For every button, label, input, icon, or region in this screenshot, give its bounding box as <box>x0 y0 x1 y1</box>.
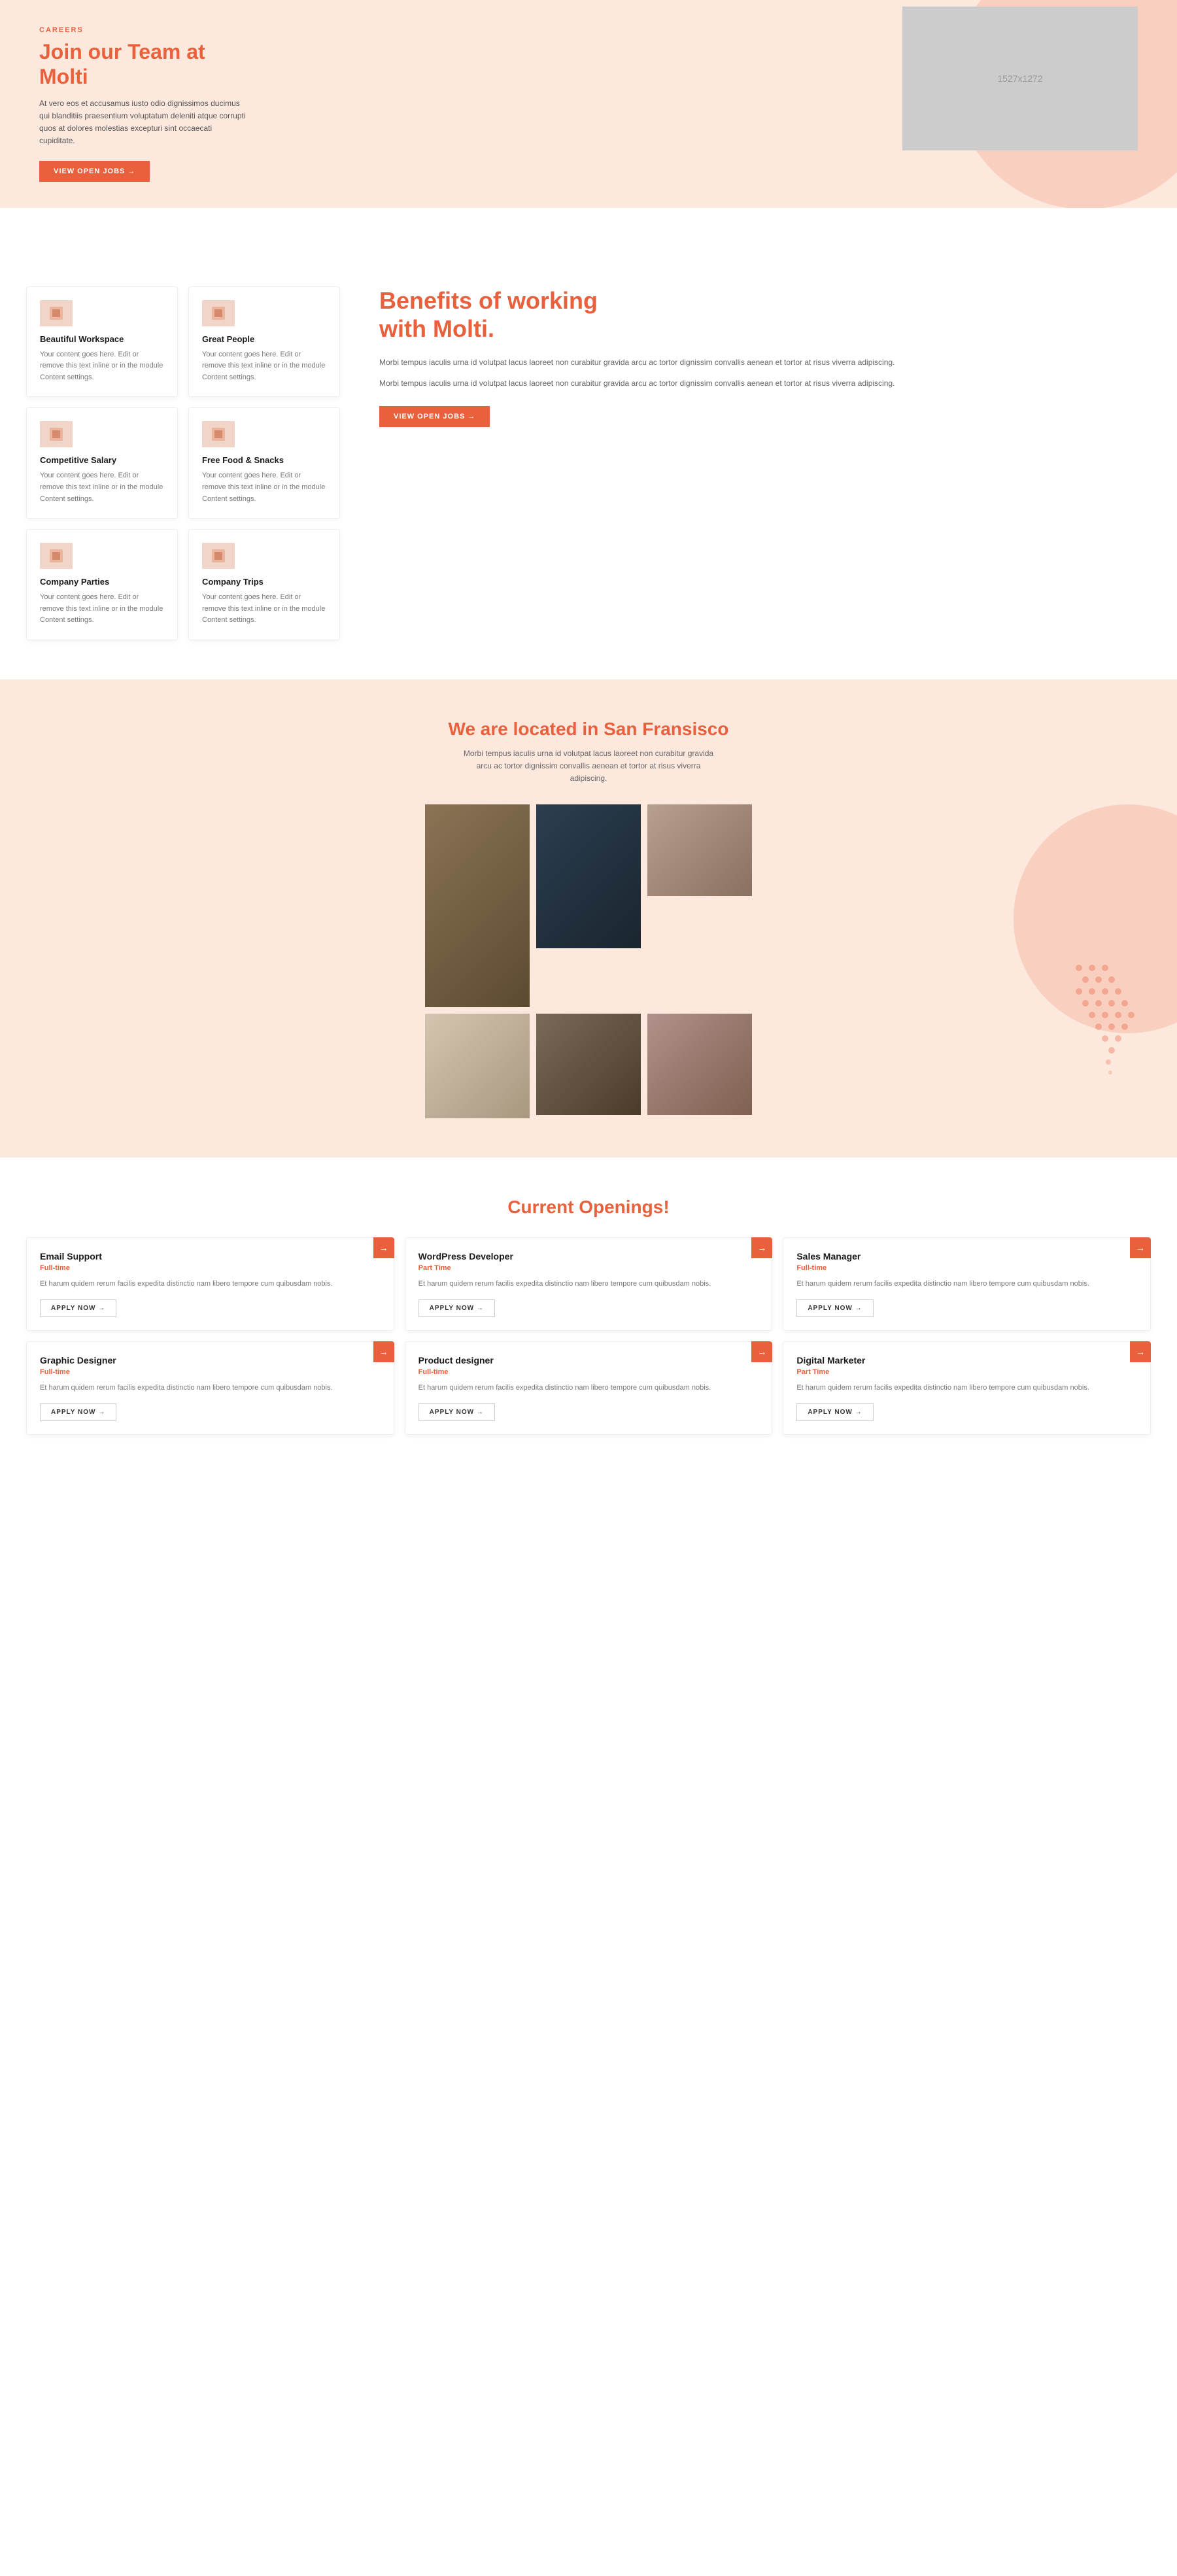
benefits-info: Benefits of workingwith Molti. Morbi tem… <box>366 286 1151 427</box>
hero-image-placeholder: 1527x1272 <box>902 7 1138 150</box>
location-section: We are located in San Fransisco Morbi te… <box>0 679 1177 1158</box>
job-card-arrow-2: → <box>1130 1237 1151 1258</box>
openings-heading-prefix: Current <box>507 1197 579 1217</box>
benefit-card-text-5: Your content goes here. Edit or remove t… <box>202 592 326 627</box>
job-card-arrow-5: → <box>1130 1341 1151 1362</box>
job-description-2: Et harum quidem rerum facilis expedita d… <box>796 1279 1137 1290</box>
benefits-heading: Benefits of workingwith Molti. <box>379 286 1151 343</box>
apply-button-1[interactable]: APPLY NOW → <box>418 1299 495 1317</box>
hero-section: CAREERS Join our Team at Molti At vero e… <box>0 0 1177 208</box>
job-card-arrow-3: → <box>373 1341 394 1362</box>
apply-button-0[interactable]: APPLY NOW → <box>40 1299 116 1317</box>
benefits-grid-wrapper: Beautiful Workspace Your content goes he… <box>26 286 1151 640</box>
job-card-2: → Sales Manager Full-time Et harum quide… <box>783 1237 1151 1331</box>
benefits-section: Beautiful Workspace Your content goes he… <box>0 247 1177 679</box>
gallery-photo-building <box>536 804 641 948</box>
openings-heading-accent: Openings! <box>579 1197 669 1217</box>
job-title-0: Email Support <box>40 1251 381 1262</box>
job-card-arrow-4: → <box>751 1341 772 1362</box>
benefit-card-icon-3 <box>202 421 235 447</box>
gallery-photo-office1 <box>425 804 530 1007</box>
benefit-card-title-3: Free Food & Snacks <box>202 455 326 465</box>
gallery-photo-meeting <box>647 804 752 896</box>
hero-cta-button[interactable]: VIEW OPEN JOBS → <box>39 161 150 182</box>
job-card-0: → Email Support Full-time Et harum quide… <box>26 1237 394 1331</box>
hero-image-wrapper: 1527x1272 <box>902 7 1138 150</box>
job-card-5: → Digital Marketer Part Time Et harum qu… <box>783 1341 1151 1435</box>
hero-content: CAREERS Join our Team at Molti At vero e… <box>39 26 248 182</box>
apply-button-5[interactable]: APPLY NOW → <box>796 1403 873 1421</box>
benefit-card-icon-1 <box>202 300 235 326</box>
benefits-para1: Morbi tempus iaculis urna id volutpat la… <box>379 356 1151 369</box>
job-card-arrow-1: → <box>751 1237 772 1258</box>
benefits-cards: Beautiful Workspace Your content goes he… <box>26 286 340 640</box>
apply-button-4[interactable]: APPLY NOW → <box>418 1403 495 1421</box>
decorative-dots <box>1072 961 1151 1092</box>
job-title-4: Product designer <box>418 1355 759 1365</box>
job-card-3: → Graphic Designer Full-time Et harum qu… <box>26 1341 394 1435</box>
benefit-card-0: Beautiful Workspace Your content goes he… <box>26 286 178 398</box>
benefit-card-text-1: Your content goes here. Edit or remove t… <box>202 349 326 384</box>
hero-label: CAREERS <box>39 26 248 34</box>
benefits-para2: Morbi tempus iaculis urna id volutpat la… <box>379 377 1151 390</box>
job-description-0: Et harum quidem rerum facilis expedita d… <box>40 1279 381 1290</box>
job-title-5: Digital Marketer <box>796 1355 1137 1365</box>
location-heading-prefix: We are located in <box>449 719 604 739</box>
apply-button-3[interactable]: APPLY NOW → <box>40 1403 116 1421</box>
benefit-card-text-0: Your content goes here. Edit or remove t… <box>40 349 164 384</box>
spacer-1 <box>0 208 1177 247</box>
job-card-4: → Product designer Full-time Et harum qu… <box>405 1341 773 1435</box>
location-gallery <box>425 804 752 1118</box>
job-type-2: Full-time <box>796 1264 1137 1272</box>
job-type-0: Full-time <box>40 1264 381 1272</box>
job-type-5: Part Time <box>796 1368 1137 1376</box>
benefit-card-1: Great People Your content goes here. Edi… <box>188 286 340 398</box>
benefits-cta-button[interactable]: VIEW OPEN JOBS → <box>379 406 490 427</box>
hero-description: At vero eos et accusamus iusto odio dign… <box>39 97 248 148</box>
benefit-card-text-4: Your content goes here. Edit or remove t… <box>40 592 164 627</box>
benefit-card-title-4: Company Parties <box>40 577 164 587</box>
benefit-card-icon-4 <box>40 543 73 569</box>
job-type-3: Full-time <box>40 1368 381 1376</box>
job-description-3: Et harum quidem rerum facilis expedita d… <box>40 1382 381 1394</box>
job-card-1: → WordPress Developer Part Time Et harum… <box>405 1237 773 1331</box>
benefit-card-icon-0 <box>40 300 73 326</box>
location-description: Morbi tempus iaculis urna id volutpat la… <box>458 747 719 785</box>
benefit-card-title-0: Beautiful Workspace <box>40 334 164 344</box>
benefit-card-5: Company Trips Your content goes here. Ed… <box>188 529 340 640</box>
openings-heading: Current Openings! <box>26 1197 1151 1218</box>
benefit-card-text-2: Your content goes here. Edit or remove t… <box>40 470 164 505</box>
job-description-1: Et harum quidem rerum facilis expedita d… <box>418 1279 759 1290</box>
benefit-card-title-5: Company Trips <box>202 577 326 587</box>
benefit-card-icon-2 <box>40 421 73 447</box>
benefit-card-title-2: Competitive Salary <box>40 455 164 465</box>
gallery-photo-desk <box>425 1014 530 1118</box>
location-heading: We are located in San Fransisco <box>26 719 1151 740</box>
apply-button-2[interactable]: APPLY NOW → <box>796 1299 873 1317</box>
job-type-1: Part Time <box>418 1264 759 1272</box>
benefit-card-text-3: Your content goes here. Edit or remove t… <box>202 470 326 505</box>
job-title-2: Sales Manager <box>796 1251 1137 1262</box>
hero-title-prefix: Join our Team at <box>39 40 205 63</box>
openings-grid: → Email Support Full-time Et harum quide… <box>26 1237 1151 1434</box>
benefit-card-2: Competitive Salary Your content goes her… <box>26 407 178 519</box>
job-description-4: Et harum quidem rerum facilis expedita d… <box>418 1382 759 1394</box>
benefit-card-icon-5 <box>202 543 235 569</box>
benefit-card-title-1: Great People <box>202 334 326 344</box>
job-card-arrow-0: → <box>373 1237 394 1258</box>
benefit-card-4: Company Parties Your content goes here. … <box>26 529 178 640</box>
job-title-3: Graphic Designer <box>40 1355 381 1365</box>
job-title-1: WordPress Developer <box>418 1251 759 1262</box>
openings-section: Current Openings! → Email Support Full-t… <box>0 1158 1177 1473</box>
location-heading-accent: San Fransisco <box>604 719 728 739</box>
benefits-heading-accent: Benefits <box>379 287 472 314</box>
gallery-photo-woman <box>647 1014 752 1115</box>
job-description-5: Et harum quidem rerum facilis expedita d… <box>796 1382 1137 1394</box>
hero-title-brand: Molti <box>39 65 88 88</box>
job-type-4: Full-time <box>418 1368 759 1376</box>
benefit-card-3: Free Food & Snacks Your content goes her… <box>188 407 340 519</box>
gallery-photo-work2 <box>536 1014 641 1115</box>
hero-title: Join our Team at Molti <box>39 39 248 90</box>
